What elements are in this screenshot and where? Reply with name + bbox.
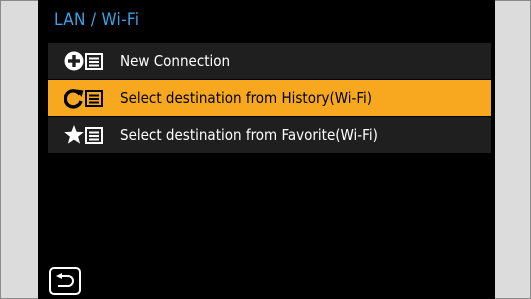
back-button[interactable]: [49, 267, 81, 295]
new-connection-icon: [60, 43, 110, 79]
camera-frame: LAN / Wi-Fi New Connection Select destin…: [0, 0, 531, 299]
menu-item-history[interactable]: Select destination from History(Wi-Fi): [48, 80, 491, 116]
menu-item-favorite[interactable]: Select destination from Favorite(Wi-Fi): [48, 117, 491, 153]
camera-screen: LAN / Wi-Fi New Connection Select destin…: [38, 0, 495, 299]
return-icon: [56, 273, 74, 287]
favorite-icon: [60, 117, 110, 153]
menu-item-new-connection[interactable]: New Connection: [48, 43, 491, 79]
menu-item-label: Select destination from Favorite(Wi-Fi): [120, 126, 378, 144]
page-title: LAN / Wi-Fi: [54, 10, 140, 30]
menu-item-label: Select destination from History(Wi-Fi): [120, 89, 373, 107]
history-icon: [60, 80, 110, 116]
menu-item-label: New Connection: [120, 52, 231, 70]
